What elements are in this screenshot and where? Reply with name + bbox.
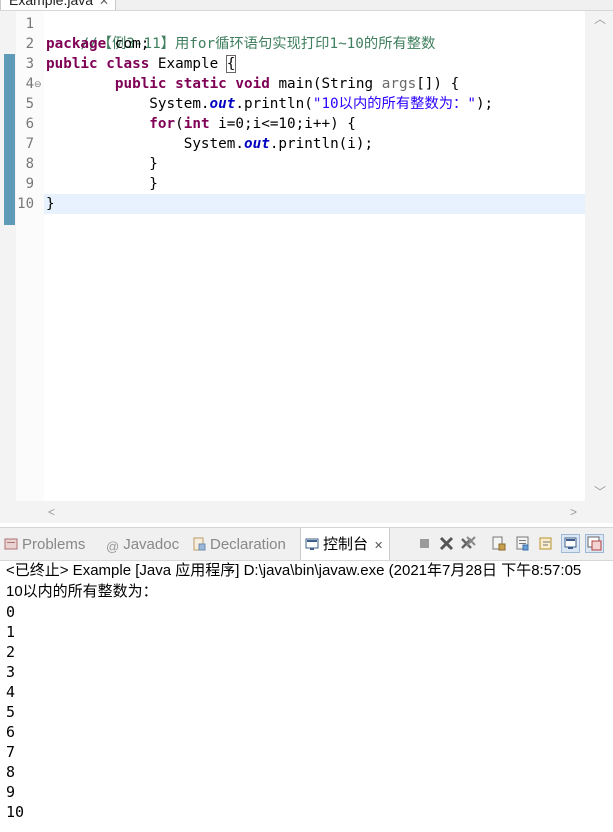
editor-tab-label: Example.java	[9, 0, 94, 8]
console-output-line: 5	[6, 703, 16, 721]
console-output-line: 0	[6, 603, 16, 621]
selection-ruler	[4, 54, 15, 225]
vertical-scrollbar[interactable]: ︿ ﹀	[586, 11, 613, 523]
horizontal-scrollbar[interactable]: < >	[0, 501, 586, 523]
console-output-line: 1	[6, 623, 16, 641]
keyword: static	[175, 76, 227, 92]
keyword: public	[46, 56, 98, 72]
line-number: 10	[17, 196, 34, 212]
tab-problems-label: Problems	[22, 536, 86, 553]
matching-brace: {	[225, 55, 237, 73]
line-number: 3	[25, 56, 34, 72]
scroll-left-icon[interactable]: <	[48, 506, 55, 518]
parameter: args	[381, 76, 417, 92]
line-number: 8	[25, 156, 34, 172]
console-output-line: 4	[6, 683, 16, 701]
code-line-10: }	[46, 196, 55, 212]
scroll-right-icon[interactable]: >	[570, 506, 577, 518]
close-icon[interactable]: ✕	[99, 0, 109, 8]
code-text: System.	[46, 96, 210, 112]
string-literal: "10以内的所有整数为："	[312, 96, 476, 112]
scroll-up-icon[interactable]: ︿	[594, 13, 606, 25]
code-line-9: }	[46, 176, 158, 192]
word-wrap-icon[interactable]	[514, 535, 531, 552]
tab-console[interactable]: 控制台 ✕	[300, 528, 391, 560]
line-number: 5	[25, 96, 34, 112]
at-icon: @	[106, 539, 120, 554]
keyword: package	[46, 36, 107, 52]
console-output-line: 8	[6, 763, 16, 781]
line-number: 4	[25, 76, 34, 92]
scroll-down-icon[interactable]: ﹀	[594, 486, 606, 498]
scroll-lock-icon[interactable]	[490, 535, 507, 552]
line-number: 7	[25, 136, 34, 152]
console-output-line: 7	[6, 743, 16, 761]
terminate-icon[interactable]	[416, 535, 433, 552]
line-number: 9	[25, 176, 34, 192]
pin-console-icon[interactable]	[561, 534, 580, 553]
static-field: out	[209, 96, 236, 112]
static-field: out	[243, 136, 270, 152]
console-status: <已终止> Example [Java 应用程序] D:\java\bin\ja…	[6, 562, 582, 579]
display-selected-console-icon[interactable]	[585, 534, 604, 553]
code-line-5: System.out.println("10以内的所有整数为：");	[46, 94, 493, 114]
code-line-3: public class Example {	[46, 54, 237, 74]
editor-tab-example-java[interactable]: Example.java ✕	[0, 0, 117, 10]
tab-javadoc[interactable]: @ Javadoc	[106, 528, 179, 560]
console-output-line: 10	[6, 803, 25, 821]
tab-problems[interactable]: Problems	[4, 528, 85, 560]
keyword: int	[183, 116, 210, 132]
code-text: com;	[106, 36, 150, 52]
code-line-8: }	[46, 156, 158, 172]
code-line-1: //【例3-11】用for循环语句实现打印1~10的所有整数	[46, 14, 435, 52]
code-text: System.	[46, 136, 244, 152]
show-console-on-output-icon[interactable]	[538, 535, 555, 552]
remove-all-terminated-icon[interactable]	[460, 535, 477, 552]
code-text: (	[175, 116, 184, 132]
editor-tabbar: Example.java ✕	[0, 0, 613, 11]
console-output-line: 10以内的所有整数为：	[6, 583, 158, 600]
code-text: .println(i);	[269, 136, 374, 152]
console-output-line: 3	[6, 663, 16, 681]
code-line-7: System.out.println(i);	[46, 134, 373, 154]
console-icon	[305, 530, 319, 550]
current-line-highlight	[44, 194, 585, 214]
keyword: for	[149, 116, 176, 132]
keyword: class	[106, 56, 150, 72]
close-icon[interactable]: ✕	[374, 540, 383, 552]
line-number: 2	[25, 36, 34, 52]
code-text: .println(	[235, 96, 313, 112]
console-output-line: 6	[6, 723, 16, 741]
code-text: i=0;i<=10;i++) {	[209, 116, 356, 132]
console-output-line: 9	[6, 783, 16, 801]
class-name: Example	[149, 56, 227, 72]
tab-declaration[interactable]: Declaration	[192, 528, 286, 560]
code-text: []) {	[416, 76, 460, 92]
code-text: main(String	[269, 76, 382, 92]
code-editor[interactable]: 1 2 3 4 5 6 7 8 9 10 ⊖ //【例3-11】用for循环语句…	[0, 11, 613, 523]
fold-collapse-icon[interactable]: ⊖	[34, 74, 42, 94]
code-line-4: public static void main(String args[]) {	[46, 74, 459, 94]
keyword: void	[235, 76, 270, 92]
problems-icon	[4, 530, 18, 550]
tab-declaration-label: Declaration	[210, 536, 286, 553]
tab-javadoc-label: Javadoc	[123, 536, 180, 553]
tab-console-label: 控制台	[323, 536, 369, 553]
console-output-line: 2	[6, 643, 16, 661]
remove-launch-icon[interactable]	[438, 535, 455, 552]
code-line-6: for(int i=0;i<=10;i++) {	[46, 114, 356, 134]
code-text: );	[475, 96, 494, 112]
view-tabbar: Problems @ Javadoc Declaration 控制台 ✕	[0, 527, 613, 561]
line-number: 6	[25, 116, 34, 132]
declaration-icon	[192, 530, 206, 551]
code-line-2: package com;	[46, 34, 149, 54]
keyword: public	[114, 76, 167, 92]
line-number: 1	[25, 16, 34, 32]
